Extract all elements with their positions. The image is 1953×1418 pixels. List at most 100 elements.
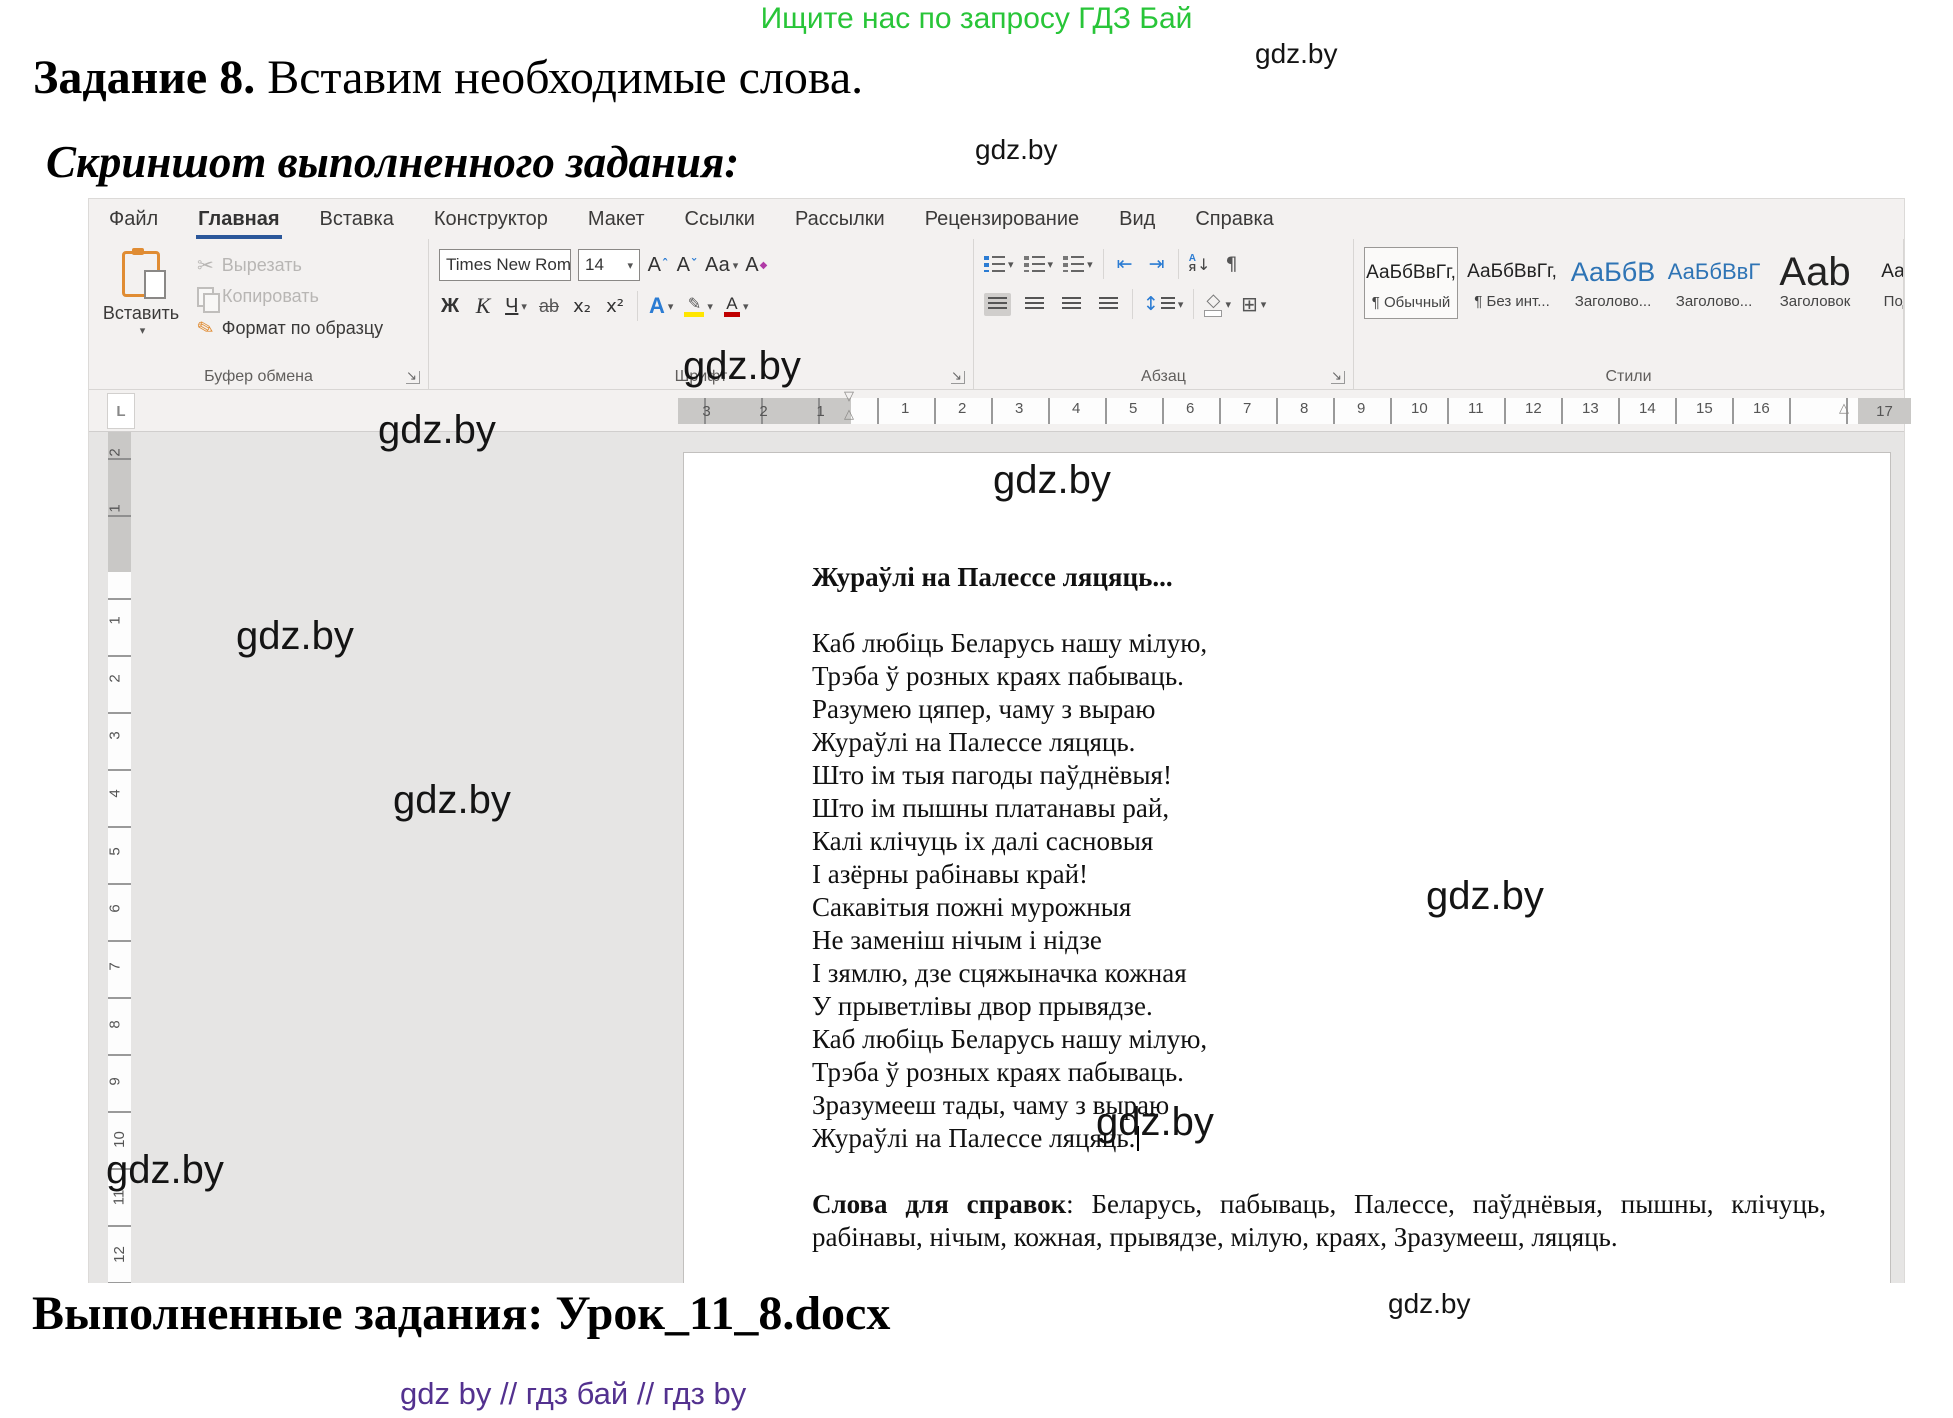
multilevel-list-icon [1063, 256, 1084, 272]
poem-line: Не заменіш нічым і нідзе [812, 924, 1826, 957]
poem-title: Жураўлі на Палессе ляцяць... [812, 561, 1826, 594]
sort-arrow-icon: ↓ [1197, 255, 1210, 274]
tab-references[interactable]: Ссылки [683, 202, 757, 239]
watermark: gdz.by [1388, 1288, 1471, 1320]
first-line-indent-marker-icon[interactable]: ▽ [844, 392, 854, 402]
subscript-button[interactable]: x₂ [571, 291, 593, 321]
italic-button[interactable]: К [472, 291, 494, 321]
text-effects-dropdown-icon: ▾ [668, 300, 674, 313]
clipboard-group-label: Буфер обмена [89, 368, 428, 386]
line-spacing-button[interactable]: ↕▾ [1143, 289, 1183, 319]
increase-indent-button[interactable]: ⇥ [1146, 249, 1168, 279]
highlight-dropdown-icon: ▾ [707, 300, 713, 313]
multilevel-dropdown-icon: ▾ [1087, 258, 1093, 271]
horizontal-ruler: 321 1 2 3 4 5 6 7 8 9 10 11 12 13 14 [678, 398, 1911, 424]
style-card-subtitle[interactable]: АаБбВв Подзагол [1869, 247, 1904, 319]
poem-line: Жураўлі на Палессе ляцяць. [812, 726, 1826, 759]
poem-line: І азёрны рабінавы край! [812, 858, 1826, 891]
tab-stop-selector[interactable]: L [107, 393, 135, 429]
align-right-button[interactable] [1058, 293, 1085, 316]
underline-dropdown-icon: ▾ [521, 300, 527, 313]
clear-formatting-button[interactable]: А◆ [745, 250, 767, 280]
strikethrough-button[interactable]: ab [538, 291, 560, 321]
scissors-icon: ✂ [197, 253, 214, 277]
horizontal-ruler-margin: 321 [678, 398, 851, 424]
text-effects-button[interactable]: А▾ [649, 291, 673, 321]
tab-home[interactable]: Главная [196, 202, 281, 239]
numbering-button[interactable]: ▾ [1024, 249, 1054, 279]
borders-dropdown-icon: ▾ [1261, 298, 1267, 311]
justify-button[interactable] [1095, 293, 1122, 316]
watermark: gdz.by [993, 458, 1111, 503]
clipboard-group: Вставить ▾ ✂ Вырезать Копировать ✎ Форма… [89, 239, 429, 389]
paste-clipboard-icon [122, 251, 160, 297]
font-size-select[interactable]: 14 ▾ [578, 249, 640, 281]
poem-line: Зразумееш тады, чаму з выраю [812, 1089, 1826, 1122]
document-canvas: 2 1 1 2 3 4 5 6 7 8 9 10 11 12 Жураўлі н… [89, 431, 1904, 1283]
copy-button[interactable]: Копировать [197, 286, 383, 307]
paste-dropdown-icon[interactable]: ▾ [140, 324, 146, 337]
right-indent-marker-icon[interactable]: △ [1839, 404, 1849, 414]
grow-caret-icon: ˆ [662, 258, 669, 273]
poem-line: Што ім пышны платанавы рай, [812, 792, 1826, 825]
shading-button[interactable]: ◇▾ [1204, 289, 1231, 319]
styles-group: АаБбВвГг, ¶ Обычный АаБбВвГг, ¶ Без инт.… [1354, 239, 1904, 389]
bold-button[interactable]: Ж [439, 291, 461, 321]
change-case-button[interactable]: Аа▾ [705, 250, 738, 280]
cut-button[interactable]: ✂ Вырезать [197, 253, 383, 277]
align-left-icon [988, 297, 1007, 312]
tab-design[interactable]: Конструктор [432, 202, 550, 239]
paste-button[interactable]: Вставить ▾ [99, 249, 183, 363]
highlight-pen-icon: ✎ [688, 296, 701, 312]
show-marks-button[interactable]: ¶ [1221, 249, 1243, 279]
font-color-button[interactable]: А▾ [724, 291, 749, 321]
watermark: gdz.by [683, 344, 801, 389]
shrink-caret-icon: ˇ [691, 258, 698, 273]
document-page[interactable]: Жураўлі на Палессе ляцяць... Каб любіць … [683, 452, 1891, 1283]
watermark: gdz.by [236, 614, 354, 659]
style-card-title[interactable]: Aab Заголовок [1768, 247, 1862, 319]
watermark: gdz.by [393, 778, 511, 823]
highlight-button[interactable]: ✎▾ [684, 291, 713, 321]
paragraph-dialog-launcher-icon[interactable]: ↘ [1331, 371, 1345, 384]
borders-button[interactable]: ⊞▾ [1241, 289, 1266, 319]
hanging-indent-marker-icon[interactable]: △ [844, 410, 854, 420]
decrease-indent-button[interactable]: ⇤ [1114, 249, 1136, 279]
style-card-no-spacing[interactable]: АаБбВвГг, ¶ Без инт... [1465, 247, 1559, 319]
tab-help[interactable]: Справка [1193, 202, 1275, 239]
watermark: gdz.by [378, 408, 496, 453]
poem-line: Разумею цяпер, чаму з выраю [812, 693, 1826, 726]
font-dialog-launcher-icon[interactable]: ↘ [951, 371, 965, 384]
clipboard-dialog-launcher-icon[interactable]: ↘ [406, 371, 420, 384]
tab-insert[interactable]: Вставка [318, 202, 396, 239]
horizontal-ruler-end: 17 [1858, 398, 1911, 424]
bullets-button[interactable]: ▾ [984, 249, 1014, 279]
footer-tagline: gdz by // гдз бай // гдз by [400, 1376, 746, 1412]
font-name-select[interactable]: Times New Rom ▾ [439, 249, 571, 281]
align-left-button[interactable] [984, 293, 1011, 316]
watermark: gdz.by [1255, 38, 1338, 70]
tab-mailings[interactable]: Рассылки [793, 202, 887, 239]
numbering-icon [1024, 256, 1045, 272]
style-card-heading1[interactable]: АаБбВ Заголово... [1566, 247, 1660, 319]
shrink-font-button[interactable]: Аˇ [676, 250, 698, 280]
poem-line: Трэба ў розных краях пабываць. [812, 1056, 1826, 1089]
style-card-heading2[interactable]: АаБбВвГ Заголово... [1667, 247, 1761, 319]
superscript-button[interactable]: x² [604, 291, 626, 321]
format-painter-button[interactable]: ✎ Формат по образцу [197, 316, 383, 340]
tab-view[interactable]: Вид [1117, 202, 1157, 239]
align-center-button[interactable] [1021, 293, 1048, 316]
poem-line: У прыветлівы двор прывядзе. [812, 990, 1826, 1023]
sort-button[interactable]: АЯ↓ [1189, 249, 1211, 279]
document-text: Жураўлі на Палессе ляцяць... Каб любіць … [812, 561, 1826, 1254]
grow-font-button[interactable]: Аˆ [647, 250, 669, 280]
tab-layout[interactable]: Макет [586, 202, 647, 239]
style-card-normal[interactable]: АаБбВвГг, ¶ Обычный [1364, 247, 1458, 319]
underline-button[interactable]: Ч▾ [505, 291, 527, 321]
multilevel-list-button[interactable]: ▾ [1063, 249, 1093, 279]
tab-file[interactable]: Файл [107, 202, 160, 239]
tab-review[interactable]: Рецензирование [923, 202, 1081, 239]
bullets-icon [984, 256, 1005, 272]
styles-group-label: Стили [1354, 368, 1903, 386]
poem-line: Каб любіць Беларусь нашу мілую, [812, 1023, 1826, 1056]
